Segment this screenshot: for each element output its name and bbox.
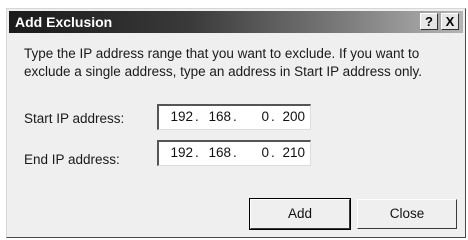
end-ip-label: End IP address:	[24, 152, 120, 167]
octet-separator: .	[195, 145, 199, 160]
start-ip-octet-4[interactable]: 200	[277, 109, 305, 124]
octet-separator: .	[271, 109, 275, 124]
end-ip-octet-1[interactable]: 192	[165, 145, 193, 160]
instructions-text: Type the IP address range that you want …	[24, 46, 422, 79]
start-ip-field[interactable]: 192 . 168 . 0 . 200	[157, 104, 311, 130]
end-ip-field[interactable]: 192 . 168 . 0 . 210	[157, 140, 311, 166]
start-ip-octet-3[interactable]: 0	[241, 109, 269, 124]
octet-separator: .	[271, 145, 275, 160]
close-button[interactable]: Close	[357, 199, 457, 229]
add-button[interactable]: Add	[249, 198, 351, 230]
end-ip-octet-4[interactable]: 210	[277, 145, 305, 160]
start-ip-octet-2[interactable]: 168	[203, 109, 231, 124]
title-bar[interactable]: Add Exclusion ? X	[9, 11, 463, 33]
start-ip-octet-1[interactable]: 192	[165, 109, 193, 124]
add-exclusion-dialog: Add Exclusion ? X Type the IP address ra…	[6, 8, 466, 238]
end-ip-octet-3[interactable]: 0	[241, 145, 269, 160]
octet-separator: .	[233, 145, 237, 160]
octet-separator: .	[195, 109, 199, 124]
end-ip-octet-2[interactable]: 168	[203, 145, 231, 160]
octet-separator: .	[233, 109, 237, 124]
start-ip-label: Start IP address:	[24, 111, 125, 126]
close-window-button[interactable]: X	[441, 13, 459, 30]
dialog-title: Add Exclusion	[15, 14, 113, 30]
help-button[interactable]: ?	[420, 13, 438, 30]
